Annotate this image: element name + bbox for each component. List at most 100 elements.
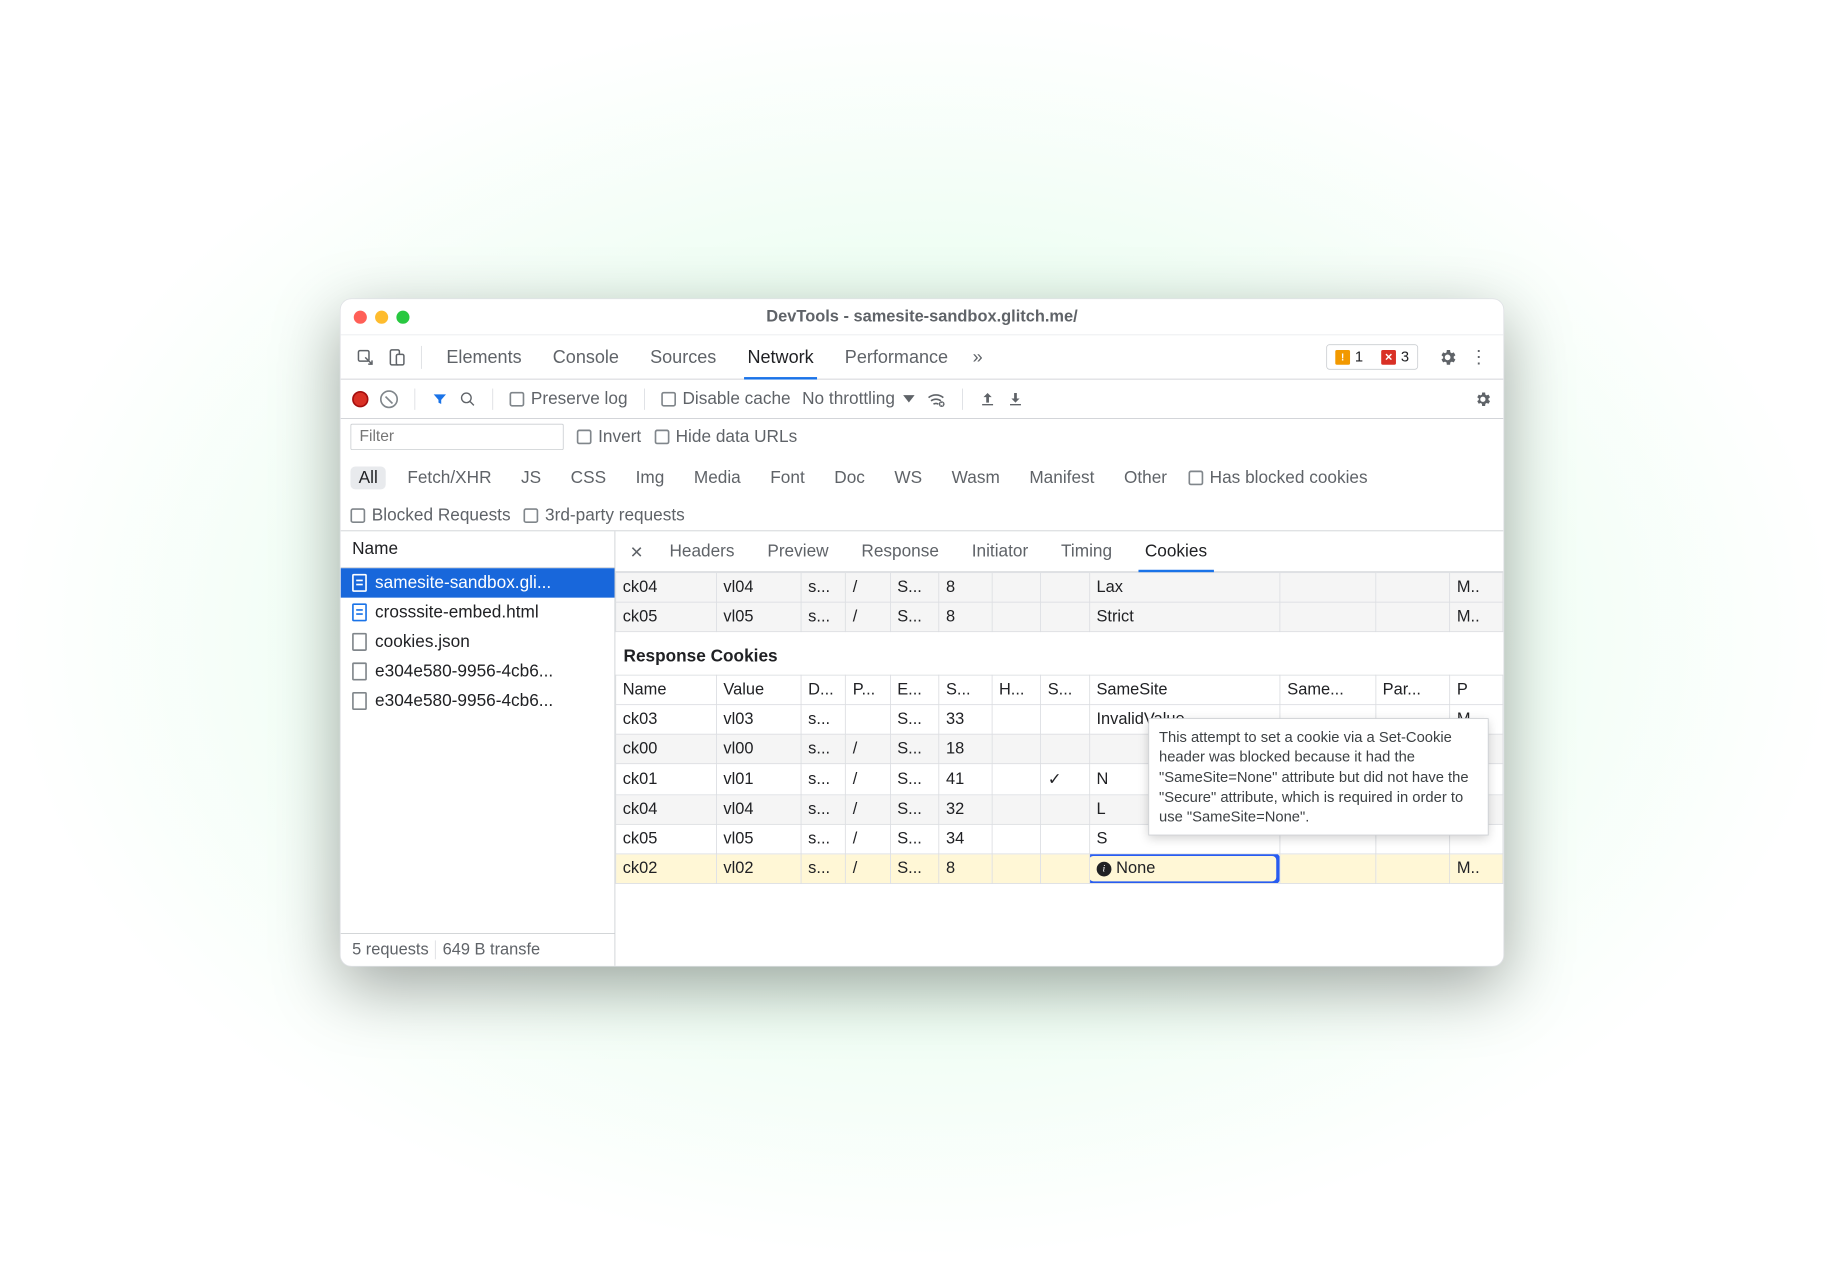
- type-fetch[interactable]: Fetch/XHR: [399, 466, 500, 489]
- col-domain[interactable]: D...: [801, 675, 846, 705]
- issues-badges[interactable]: !1 ✕3: [1326, 344, 1418, 369]
- error-count-badge[interactable]: ✕3: [1375, 346, 1416, 367]
- settings-gear-icon[interactable]: [1435, 343, 1461, 369]
- request-row[interactable]: cookies.json: [341, 627, 615, 657]
- hide-data-urls-checkbox[interactable]: Hide data URLs: [654, 427, 797, 447]
- search-icon[interactable]: [460, 390, 476, 406]
- type-media[interactable]: Media: [686, 466, 749, 489]
- download-har-icon[interactable]: [1007, 390, 1023, 406]
- col-path[interactable]: P...: [846, 675, 891, 705]
- col-partitionkey[interactable]: Par...: [1376, 675, 1450, 705]
- main-tabsbar: Elements Console Sources Network Perform…: [341, 335, 1504, 379]
- network-settings-gear-icon[interactable]: [1474, 389, 1492, 407]
- disable-cache-checkbox[interactable]: Disable cache: [661, 388, 790, 408]
- col-priority[interactable]: P: [1450, 675, 1503, 705]
- chevron-down-icon: [903, 395, 914, 402]
- transfer-size: 649 B transfe: [443, 940, 541, 959]
- inspect-element-icon[interactable]: [352, 343, 378, 369]
- network-toolbar: Preserve log Disable cache No throttling: [341, 379, 1504, 418]
- request-label: e304e580-9956-4cb6...: [375, 661, 553, 681]
- type-ws[interactable]: WS: [886, 466, 930, 489]
- col-value[interactable]: Value: [716, 675, 801, 705]
- divider: [962, 388, 963, 409]
- dtab-preview[interactable]: Preview: [753, 531, 844, 571]
- type-wasm[interactable]: Wasm: [943, 466, 1008, 489]
- tab-elements[interactable]: Elements: [433, 335, 534, 378]
- cell: [992, 763, 1041, 794]
- cell: iNone: [1089, 853, 1280, 883]
- request-row[interactable]: samesite-sandbox.gli...: [341, 568, 615, 598]
- error-icon: ✕: [1381, 349, 1396, 364]
- error-count: 3: [1401, 348, 1409, 365]
- type-js[interactable]: JS: [513, 466, 550, 489]
- tab-sources[interactable]: Sources: [637, 335, 729, 378]
- type-css[interactable]: CSS: [562, 466, 614, 489]
- dtab-cookies[interactable]: Cookies: [1130, 531, 1222, 571]
- request-row[interactable]: crosssite-embed.html: [341, 597, 615, 627]
- type-other[interactable]: Other: [1116, 466, 1175, 489]
- warning-count-badge[interactable]: !1: [1329, 346, 1370, 367]
- dtab-headers[interactable]: Headers: [655, 531, 750, 571]
- request-row[interactable]: e304e580-9956-4cb6...: [341, 656, 615, 686]
- requests-header[interactable]: Name: [341, 531, 615, 568]
- tab-console[interactable]: Console: [540, 335, 632, 378]
- request-row[interactable]: e304e580-9956-4cb6...: [341, 686, 615, 716]
- col-httponly[interactable]: H...: [992, 675, 1041, 705]
- blocked-requests-checkbox[interactable]: Blocked Requests: [350, 505, 510, 525]
- cell: ✓: [1041, 763, 1090, 794]
- type-font[interactable]: Font: [762, 466, 813, 489]
- tab-network[interactable]: Network: [734, 335, 826, 378]
- cell: s...: [801, 763, 846, 794]
- dtab-initiator[interactable]: Initiator: [957, 531, 1043, 571]
- cell: M..: [1450, 853, 1503, 883]
- dtab-timing[interactable]: Timing: [1046, 531, 1127, 571]
- col-samesite[interactable]: SameSite: [1089, 675, 1280, 705]
- third-party-checkbox[interactable]: 3rd-party requests: [524, 505, 685, 525]
- file-icon: [352, 662, 367, 680]
- dtab-response[interactable]: Response: [847, 531, 954, 571]
- type-img[interactable]: Img: [627, 466, 672, 489]
- cell: 8: [939, 602, 992, 632]
- filter-input[interactable]: [350, 423, 563, 449]
- type-manifest[interactable]: Manifest: [1021, 466, 1102, 489]
- cell: S...: [890, 853, 939, 883]
- cell: S...: [890, 763, 939, 794]
- record-button[interactable]: [352, 390, 368, 406]
- minimize-window-button[interactable]: [375, 310, 388, 323]
- table-row[interactable]: ck02vl02s.../S...8iNoneM..: [616, 853, 1503, 883]
- col-expires[interactable]: E...: [890, 675, 939, 705]
- table-header-row[interactable]: Name Value D... P... E... S... H... S...…: [616, 675, 1503, 705]
- cell: [1041, 602, 1090, 632]
- col-size[interactable]: S...: [939, 675, 992, 705]
- table-row[interactable]: ck05vl05s.../S...8StrictM..: [616, 602, 1503, 632]
- zoom-window-button[interactable]: [396, 310, 409, 323]
- device-mode-icon[interactable]: [383, 343, 409, 369]
- cell: [1041, 794, 1090, 824]
- cell: s...: [801, 824, 846, 854]
- cell: s...: [801, 572, 846, 602]
- cell: [992, 853, 1041, 883]
- request-label: cookies.json: [375, 632, 470, 652]
- has-blocked-cookies-checkbox[interactable]: Has blocked cookies: [1188, 468, 1367, 488]
- upload-har-icon[interactable]: [979, 390, 995, 406]
- close-window-button[interactable]: [354, 310, 367, 323]
- preserve-log-checkbox[interactable]: Preserve log: [510, 388, 628, 408]
- type-all[interactable]: All: [350, 466, 386, 489]
- cell: vl00: [716, 734, 801, 764]
- kebab-menu-icon[interactable]: ⋮: [1466, 343, 1492, 369]
- type-doc[interactable]: Doc: [826, 466, 873, 489]
- detail-body: ck04vl04s.../S...8LaxM..ck05vl05s.../S..…: [615, 572, 1503, 966]
- throttling-select[interactable]: No throttling: [802, 388, 915, 408]
- network-conditions-icon[interactable]: [926, 390, 946, 406]
- filter-toggle-icon[interactable]: [432, 390, 448, 406]
- table-row[interactable]: ck04vl04s.../S...8LaxM..: [616, 572, 1503, 602]
- col-sameparty[interactable]: Same...: [1280, 675, 1375, 705]
- clear-button[interactable]: [380, 389, 398, 407]
- col-secure[interactable]: S...: [1041, 675, 1090, 705]
- invert-checkbox[interactable]: Invert: [577, 427, 641, 447]
- tab-performance[interactable]: Performance: [832, 335, 962, 378]
- cell: [1041, 734, 1090, 764]
- col-name[interactable]: Name: [616, 675, 717, 705]
- close-detail-icon[interactable]: ×: [622, 540, 652, 561]
- tab-more[interactable]: »: [966, 335, 989, 378]
